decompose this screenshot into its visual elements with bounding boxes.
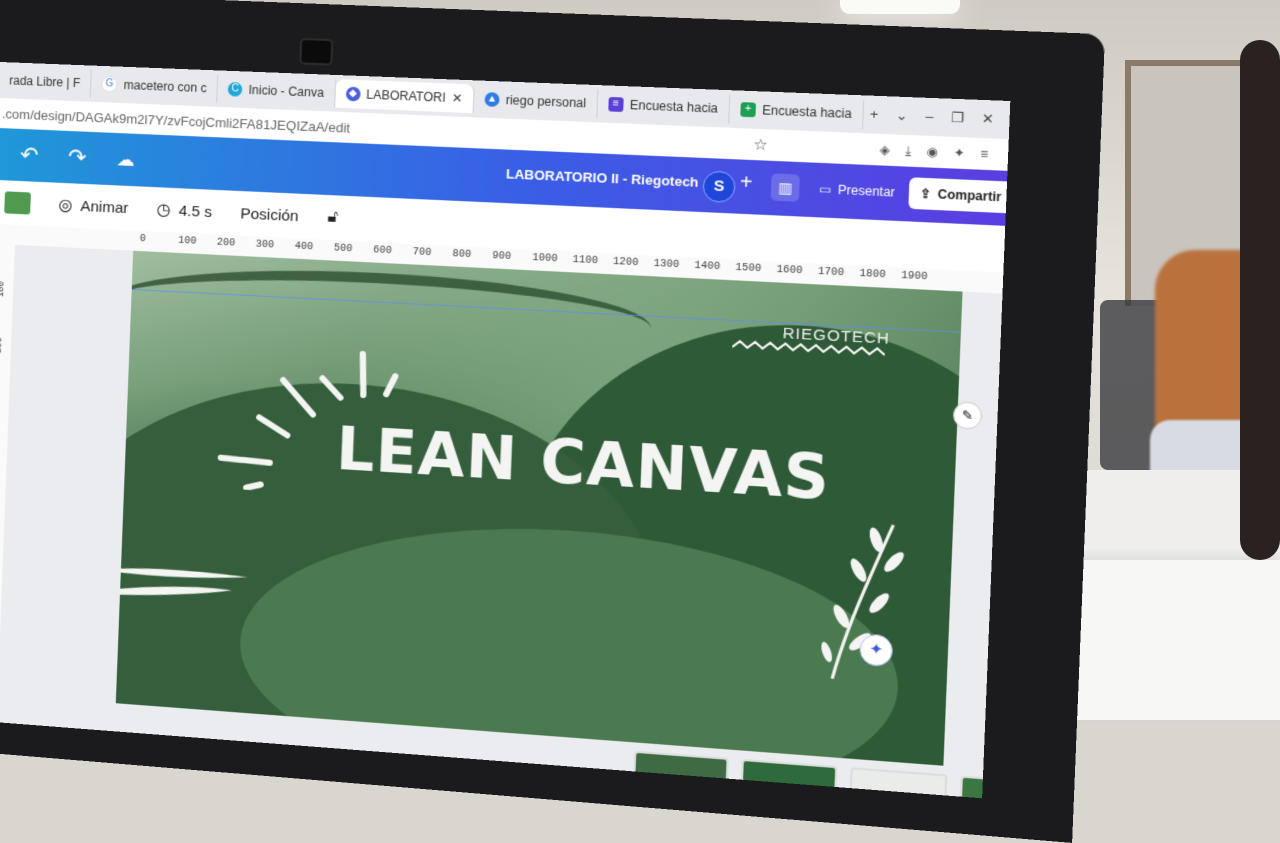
lock-icon: 🔓︎ <box>327 208 338 227</box>
extensions-icon[interactable]: ✦ <box>953 145 965 161</box>
upload-icon: ⇪ <box>920 186 932 201</box>
bookmark-star-icon[interactable]: ☆ <box>753 135 768 154</box>
insights-icon[interactable]: ▥ <box>771 173 800 201</box>
ruler-tick-label: 100 <box>0 281 7 298</box>
canva-icon: C <box>228 82 243 97</box>
ruler-tick-label: 300 <box>0 393 2 410</box>
account-icon[interactable]: ◉ <box>926 144 938 160</box>
lock-button[interactable]: 🔓︎ <box>327 208 338 227</box>
close-window-icon[interactable]: ✕ <box>981 111 994 128</box>
browser-tab[interactable]: G macetero con c <box>91 70 219 103</box>
minimize-icon[interactable]: – <box>925 108 934 125</box>
ruler-tick-label: 1800 <box>859 269 886 282</box>
pocket-icon[interactable]: ◈ <box>879 142 890 158</box>
tab-label: macetero con c <box>123 78 207 95</box>
google-icon: G <box>101 76 118 93</box>
ruler-tick-label: 0 <box>140 234 147 245</box>
redo-icon[interactable]: ↷ <box>62 144 93 171</box>
animate-label: Animar <box>80 197 128 216</box>
tab-label: rada Libre | F <box>9 73 81 90</box>
tab-label: Encuesta hacia <box>762 103 852 121</box>
ruler-tick-label: 1000 <box>532 253 558 266</box>
tab-label: riego personal <box>505 93 586 111</box>
ruler-tick-label: 1400 <box>694 261 720 274</box>
ruler-tick-label: 700 <box>412 247 431 259</box>
document-title[interactable]: LABORATORIO II - Riegotech <box>506 166 699 190</box>
ruler-tick-label: 300 <box>255 239 274 251</box>
webcam <box>299 38 333 66</box>
ruler-tick-label: 200 <box>217 238 236 250</box>
browser-tab-active[interactable]: ◆ LABORATORI ✕ <box>335 79 475 113</box>
ruler-tick-label: 1700 <box>818 267 845 280</box>
ruler-tick-label: 1200 <box>613 257 639 270</box>
tab-label: Inicio - Canva <box>248 83 324 100</box>
canva-doc-icon: ◆ <box>345 87 360 102</box>
restore-icon[interactable]: ❐ <box>951 109 965 126</box>
ruler-tick-label: 600 <box>373 245 392 257</box>
browser-toolbar-icons: ◈ ⤓ ◉ ✦ ≡ <box>879 142 1008 163</box>
ruler-tick-label: 1600 <box>776 265 803 278</box>
animate-icon: ◎ <box>58 195 73 216</box>
ruler-tick-label: 400 <box>294 241 313 253</box>
tab-label: LABORATORI <box>366 87 446 104</box>
ruler-tick-label: 200 <box>0 337 5 354</box>
color-swatch[interactable] <box>4 191 31 214</box>
position-button[interactable]: Posición <box>240 205 299 225</box>
ruler-tick-label: 1100 <box>572 255 598 268</box>
close-icon[interactable]: ✕ <box>452 91 463 106</box>
download-icon[interactable]: ⤓ <box>905 143 911 159</box>
slide-canvas[interactable]: RIEGOTECH LEAN CANVAS <box>116 251 963 766</box>
chevron-down-icon[interactable]: ⌄ <box>895 107 908 124</box>
presentation-icon: ▭ <box>819 182 832 197</box>
browser-tab[interactable]: ≡ Encuesta hacia <box>597 89 730 123</box>
browser-tab[interactable]: ▲ riego personal <box>474 84 599 118</box>
share-button[interactable]: ⇪ Compartir <box>908 177 1010 213</box>
window-controls: + ⌄ – ❐ ✕ <box>870 106 1010 128</box>
position-label: Posición <box>240 205 299 225</box>
browser-tab[interactable]: + Encuesta hacia <box>729 94 864 129</box>
browser-tab[interactable]: rada Libre | F <box>0 66 92 98</box>
clock-icon: ◷ <box>156 199 171 220</box>
present-label: Presentar <box>838 183 896 200</box>
avatar[interactable]: S <box>702 170 736 203</box>
sheets-icon: + <box>740 102 756 117</box>
ruler-tick-label: 100 <box>178 236 197 248</box>
ruler-tick-label: 1900 <box>901 271 928 284</box>
duration-button[interactable]: ◷ 4.5 s <box>156 199 212 222</box>
laptop-screen: rada Libre | F G macetero con c C Inicio… <box>0 62 1010 798</box>
browser-tab[interactable]: C Inicio - Canva <box>217 74 335 107</box>
ruler-tick-label: 900 <box>492 251 511 263</box>
menu-icon[interactable]: ≡ <box>980 146 988 162</box>
add-comment-icon[interactable]: ✎ <box>953 401 983 430</box>
leaf-branch-decoration <box>810 515 915 689</box>
invite-plus-icon[interactable]: + <box>739 171 753 196</box>
ruler-tick-label: 500 <box>334 243 353 255</box>
forms-icon: ≡ <box>608 97 624 112</box>
ruler-tick-label: 1300 <box>653 259 679 272</box>
duration-label: 4.5 s <box>178 202 212 221</box>
ruler-tick-label: 800 <box>452 249 471 261</box>
present-button[interactable]: ▭ Presentar <box>810 173 905 209</box>
person-arm <box>1240 40 1280 560</box>
undo-icon[interactable]: ↶ <box>14 142 45 169</box>
share-label: Compartir <box>937 187 1001 205</box>
ceiling-light <box>840 0 960 14</box>
new-tab-icon[interactable]: + <box>870 106 879 123</box>
tab-label: Encuesta hacia <box>630 98 719 116</box>
canvas-workspace: RIEGOTECH LEAN CANVAS <box>0 245 1003 798</box>
cloud-saved-icon[interactable]: ☁ <box>110 148 141 170</box>
ruler-tick-label: 1500 <box>735 263 761 276</box>
animate-button[interactable]: ◎ Animar <box>58 195 129 218</box>
drive-icon: ▲ <box>484 92 499 107</box>
